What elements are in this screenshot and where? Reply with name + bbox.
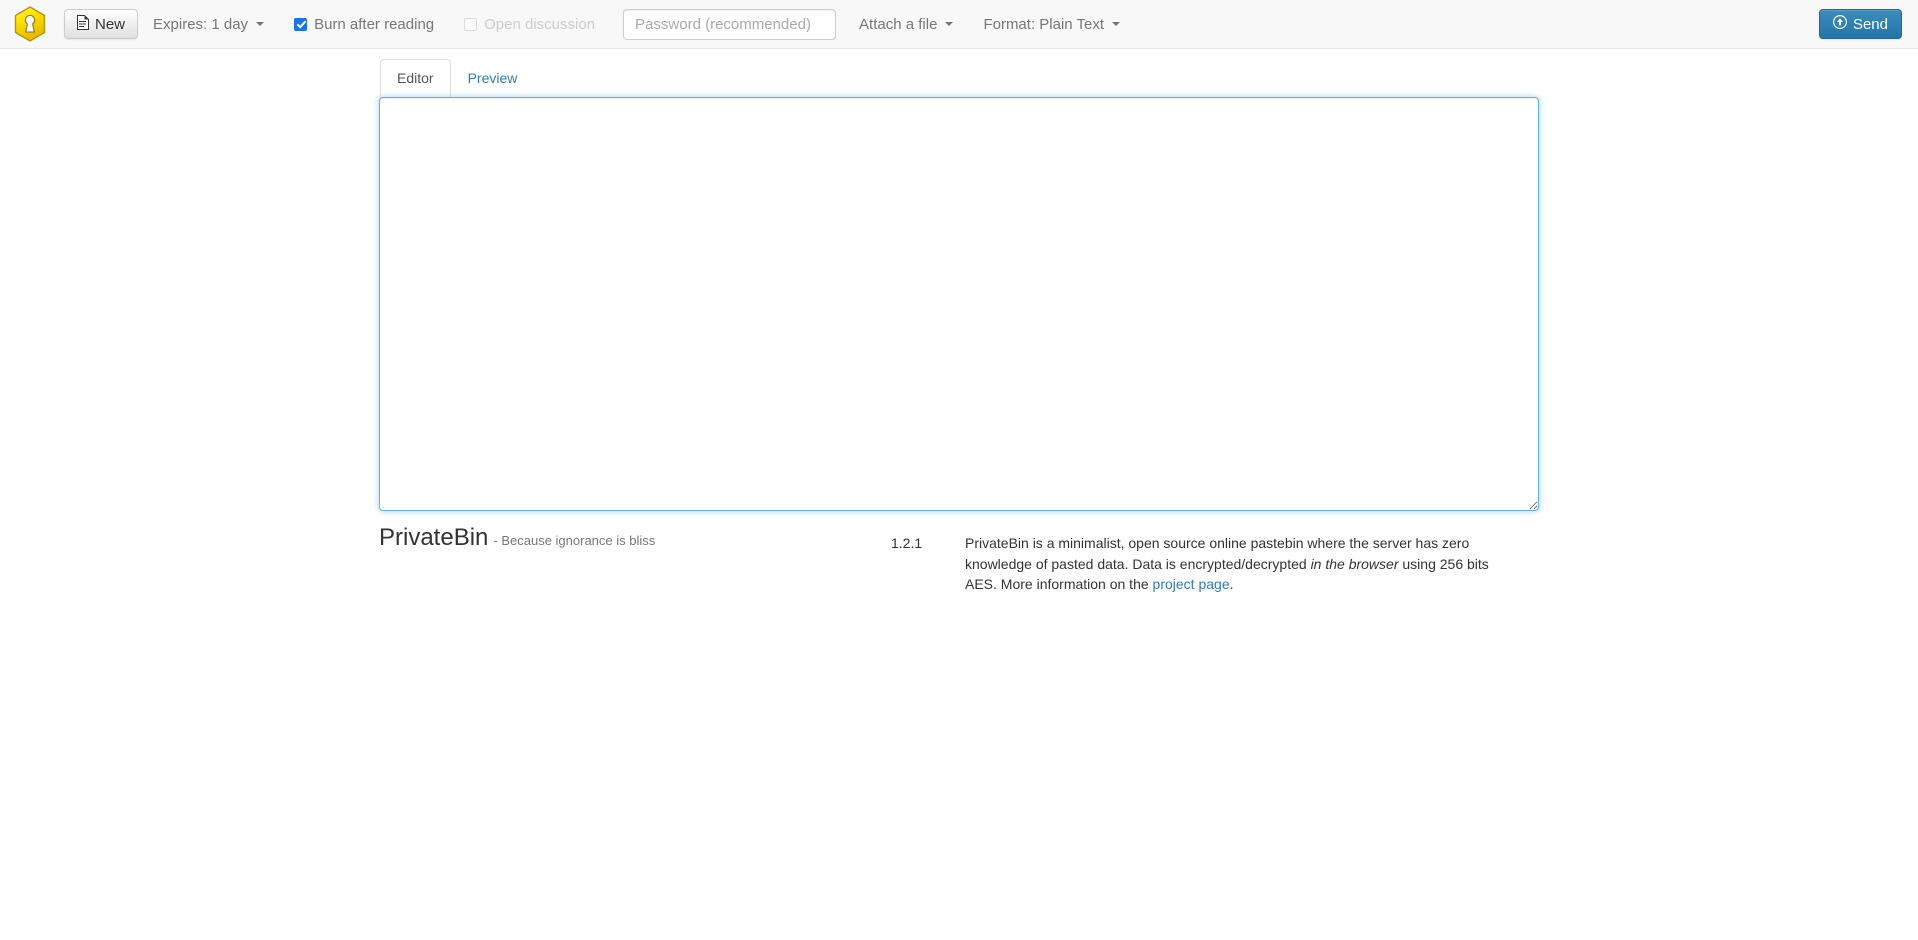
footer-version: 1.2.1 (891, 523, 965, 551)
format-dropdown-label: Format: Plain Text (983, 16, 1104, 33)
open-discussion-checkbox: Open discussion (449, 16, 610, 33)
checkbox-checked-icon (294, 18, 307, 31)
open-discussion-label: Open discussion (484, 16, 595, 33)
password-input[interactable] (623, 9, 836, 40)
top-toolbar: New Expires: 1 day Burn after reading Op… (0, 0, 1918, 49)
caret-down-icon (1112, 22, 1120, 26)
format-dropdown[interactable]: Format: Plain Text (968, 0, 1135, 48)
main-container: Editor Preview PrivateBin - Because ignor… (379, 49, 1539, 595)
about-text-part3: . (1230, 576, 1234, 592)
attach-file-label: Attach a file (859, 16, 937, 33)
editor-wrapper (379, 97, 1539, 511)
send-button[interactable]: Send (1819, 9, 1902, 39)
caret-down-icon (945, 22, 953, 26)
tab-editor[interactable]: Editor (380, 59, 451, 98)
footer-slogan: - Because ignorance is bliss (493, 533, 655, 548)
paste-text-editor[interactable] (379, 97, 1539, 511)
checkbox-unchecked-disabled-icon (464, 18, 477, 31)
new-paste-button-label: New (95, 16, 125, 33)
about-text-emphasis: in the browser (1311, 556, 1399, 572)
privatebin-logo[interactable] (8, 2, 52, 46)
tab-preview[interactable]: Preview (451, 59, 535, 98)
expiration-dropdown-label: Expires: 1 day (153, 16, 248, 33)
footer-about-text: PrivateBin is a minimalist, open source … (965, 523, 1495, 595)
file-icon (77, 15, 89, 34)
page-footer: PrivateBin - Because ignorance is bliss 1… (379, 511, 1539, 595)
expiration-dropdown[interactable]: Expires: 1 day (138, 0, 279, 48)
send-button-label: Send (1853, 16, 1888, 33)
footer-app-title: PrivateBin (379, 524, 488, 551)
new-paste-button[interactable]: New (64, 9, 138, 39)
editor-preview-tabs: Editor Preview (379, 63, 1539, 97)
project-page-link[interactable]: project page (1153, 576, 1230, 592)
upload-circle-icon (1833, 15, 1847, 33)
caret-down-icon (256, 22, 264, 26)
footer-brand: PrivateBin - Because ignorance is bliss (379, 523, 891, 550)
toolbar-left-group: New Expires: 1 day Burn after reading Op… (58, 0, 1135, 48)
privatebin-hexagon-keyhole-logo-icon (14, 6, 46, 42)
burn-after-reading-checkbox[interactable]: Burn after reading (279, 16, 449, 33)
burn-after-reading-label: Burn after reading (314, 16, 434, 33)
toolbar-right-group: Send (1819, 9, 1902, 39)
attach-file-dropdown[interactable]: Attach a file (844, 0, 968, 48)
